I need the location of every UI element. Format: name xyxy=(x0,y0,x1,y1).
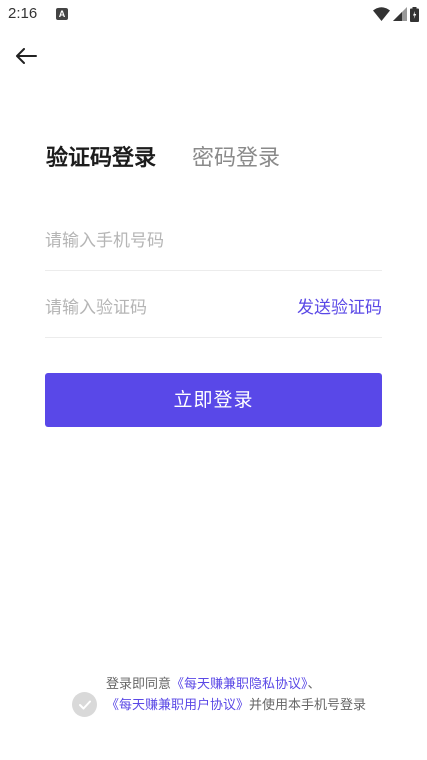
login-button[interactable]: 立即登录 xyxy=(45,373,382,427)
code-field: 发送验证码 xyxy=(45,279,382,338)
phone-field xyxy=(45,212,382,271)
agreement-suffix: 并使用本手机号登录 xyxy=(249,698,367,713)
agreement-checkbox[interactable] xyxy=(72,692,97,717)
verification-code-input[interactable] xyxy=(45,279,265,337)
signal-icon xyxy=(393,7,407,21)
status-icons xyxy=(373,6,419,22)
phone-input[interactable] xyxy=(45,212,265,270)
login-tabs: 验证码登录 密码登录 xyxy=(46,140,280,172)
arrow-left-icon xyxy=(16,48,37,64)
agreement-text: 登录即同意《每天赚兼职隐私协议》、《每天赚兼职用户协议》并使用本手机号登录 xyxy=(106,674,376,716)
user-agreement-link[interactable]: 《每天赚兼职用户协议》 xyxy=(106,698,249,713)
privacy-policy-link[interactable]: 《每天赚兼职隐私协议》 xyxy=(171,677,308,692)
check-icon xyxy=(78,700,91,709)
status-time: 2:16 xyxy=(8,5,38,22)
tab-password-login[interactable]: 密码登录 xyxy=(192,140,280,172)
wifi-icon xyxy=(373,7,390,21)
status-bar: 2:16 A xyxy=(0,0,427,30)
tab-sms-login[interactable]: 验证码登录 xyxy=(46,140,156,172)
back-button[interactable] xyxy=(12,44,40,68)
agreement-separator: 、 xyxy=(307,677,321,692)
send-code-button[interactable]: 发送验证码 xyxy=(297,279,382,337)
notification-icon: A xyxy=(56,8,68,20)
agreement-prefix: 登录即同意 xyxy=(106,677,172,692)
battery-icon xyxy=(410,6,419,22)
